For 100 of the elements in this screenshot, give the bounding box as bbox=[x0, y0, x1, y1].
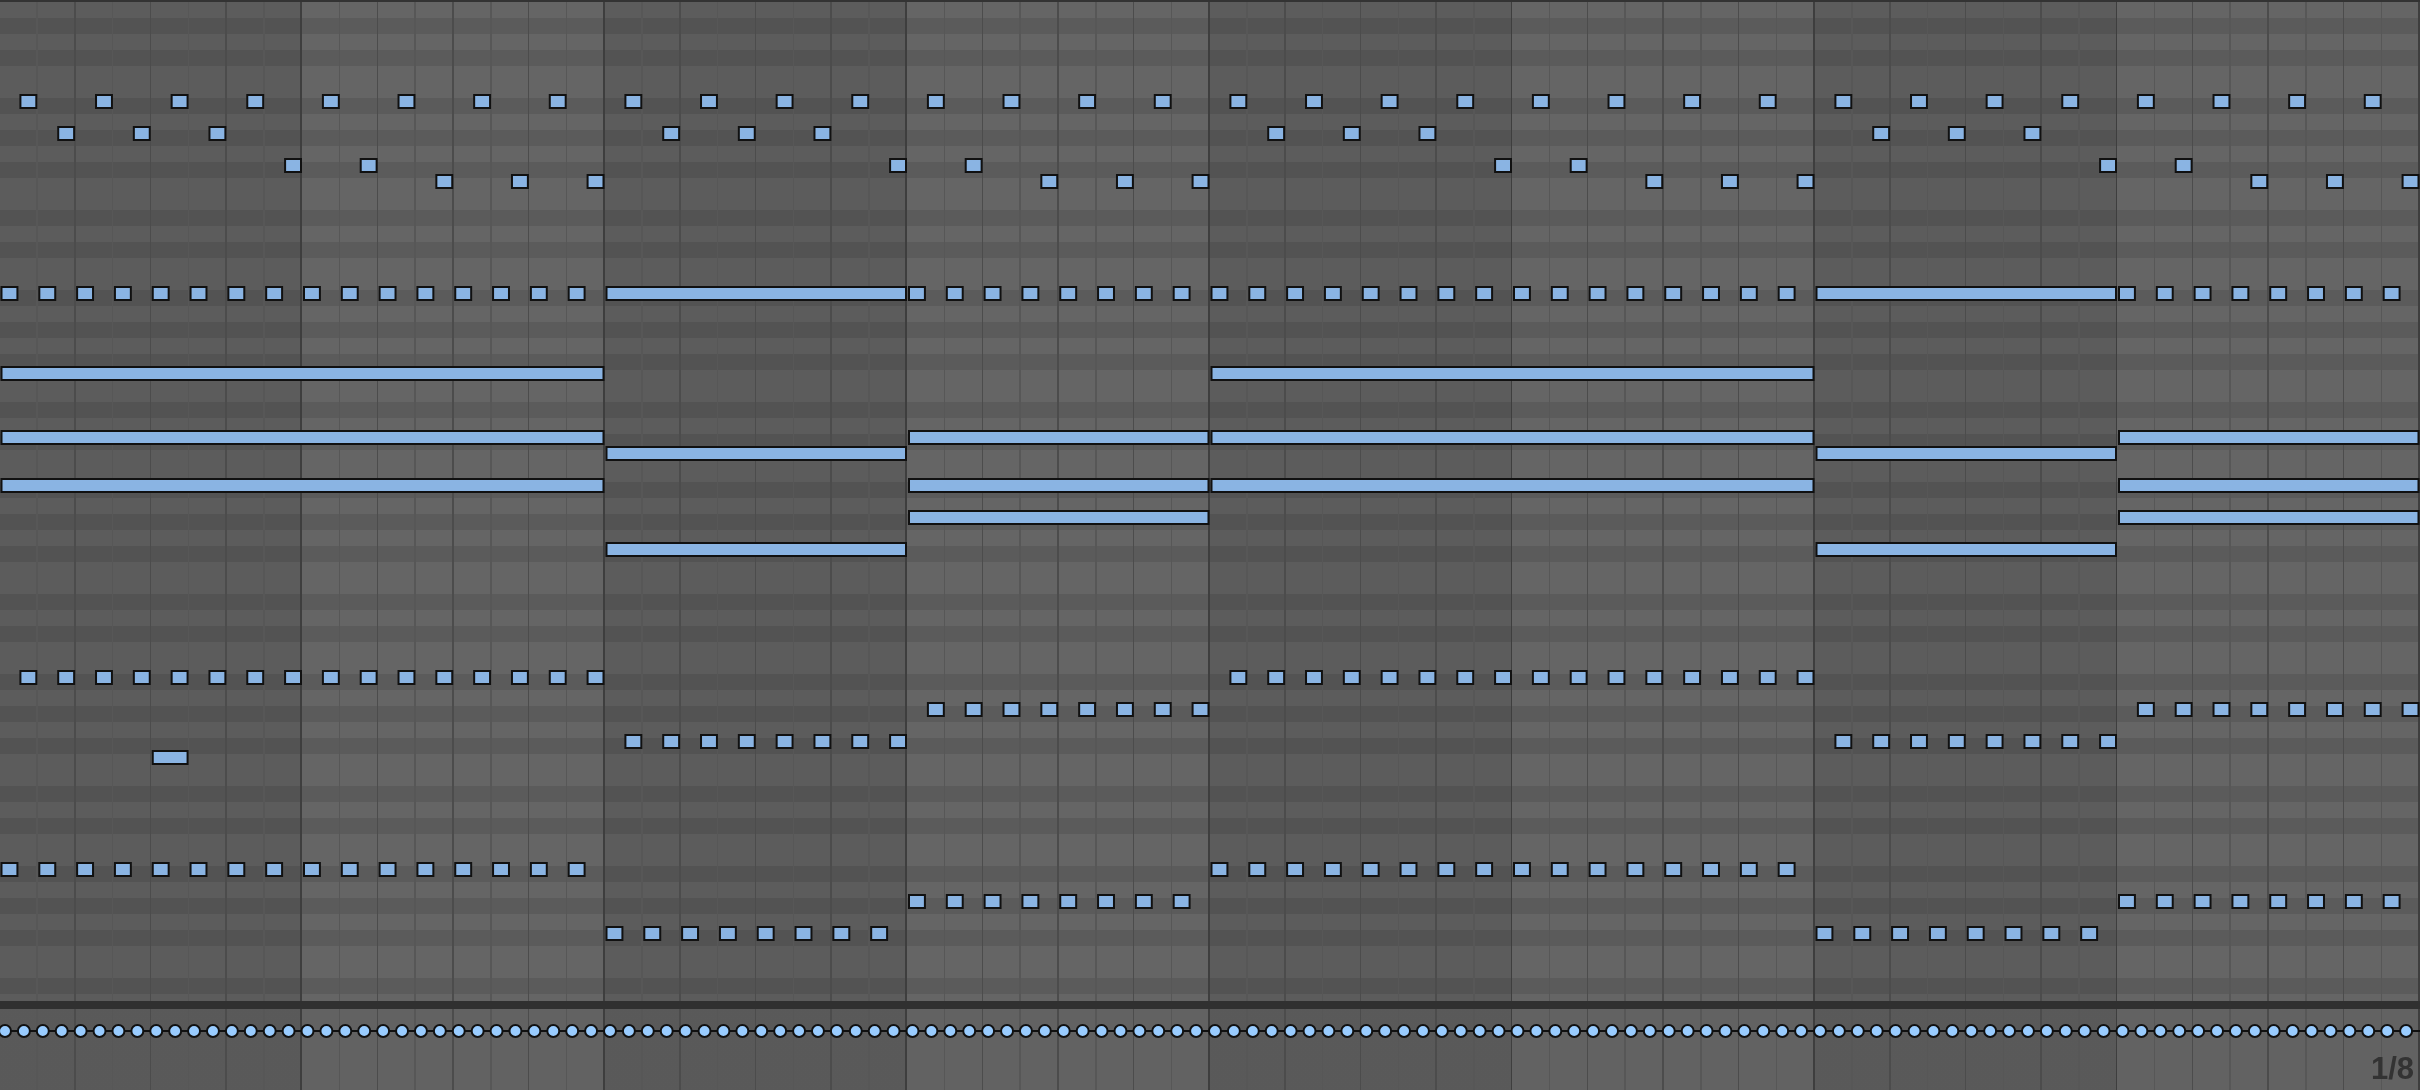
midi-note[interactable] bbox=[1305, 670, 1323, 685]
midi-note[interactable] bbox=[700, 734, 718, 749]
velocity-handle[interactable] bbox=[508, 1024, 523, 1038]
midi-note[interactable] bbox=[208, 670, 227, 685]
midi-note[interactable] bbox=[1153, 94, 1172, 109]
midi-note[interactable] bbox=[1910, 734, 1928, 749]
midi-note[interactable] bbox=[38, 286, 57, 301]
velocity-handle[interactable] bbox=[1775, 1024, 1790, 1038]
midi-note[interactable] bbox=[1985, 94, 2004, 109]
velocity-handle[interactable] bbox=[489, 1024, 504, 1038]
midi-note[interactable] bbox=[435, 174, 454, 189]
midi-note[interactable] bbox=[945, 894, 964, 909]
midi-note[interactable] bbox=[1475, 862, 1494, 877]
midi-note[interactable] bbox=[0, 286, 19, 301]
midi-note[interactable] bbox=[416, 862, 435, 877]
midi-note[interactable] bbox=[284, 158, 302, 173]
midi-note[interactable] bbox=[2344, 894, 2363, 909]
midi-note[interactable] bbox=[1323, 862, 1342, 877]
velocity-handle[interactable] bbox=[2172, 1024, 2187, 1038]
midi-note[interactable] bbox=[718, 926, 737, 941]
midi-note[interactable] bbox=[1286, 862, 1305, 877]
midi-note[interactable] bbox=[2325, 174, 2344, 189]
midi-note[interactable] bbox=[1664, 286, 1683, 301]
midi-note[interactable] bbox=[0, 430, 605, 445]
midi-note[interactable] bbox=[246, 94, 265, 109]
midi-note[interactable] bbox=[321, 94, 340, 109]
midi-note[interactable] bbox=[1002, 94, 1021, 109]
velocity-handle[interactable] bbox=[565, 1024, 580, 1038]
midi-note[interactable] bbox=[813, 734, 832, 749]
midi-note[interactable] bbox=[926, 702, 945, 717]
velocity-handle[interactable] bbox=[1926, 1024, 1941, 1038]
midi-note[interactable] bbox=[1550, 286, 1569, 301]
velocity-handle[interactable] bbox=[1037, 1024, 1052, 1038]
midi-note[interactable] bbox=[1305, 94, 1323, 109]
velocity-handle[interactable] bbox=[187, 1024, 202, 1038]
midi-note[interactable] bbox=[2099, 734, 2117, 749]
midi-note[interactable] bbox=[737, 126, 756, 141]
midi-note[interactable] bbox=[2118, 478, 2420, 493]
midi-note[interactable] bbox=[340, 862, 359, 877]
midi-note[interactable] bbox=[1815, 286, 2117, 301]
velocity-handle[interactable] bbox=[1661, 1024, 1676, 1038]
midi-note[interactable] bbox=[265, 862, 284, 877]
midi-note[interactable] bbox=[2212, 702, 2231, 717]
midi-note[interactable] bbox=[2118, 894, 2136, 909]
midi-note[interactable] bbox=[908, 286, 926, 301]
midi-note[interactable] bbox=[1361, 286, 1380, 301]
velocity-handle[interactable] bbox=[1397, 1024, 1412, 1038]
midi-note[interactable] bbox=[1758, 94, 1777, 109]
midi-note[interactable] bbox=[870, 926, 889, 941]
midi-note[interactable] bbox=[1134, 286, 1153, 301]
velocity-handle[interactable] bbox=[2304, 1024, 2319, 1038]
midi-note[interactable] bbox=[38, 862, 57, 877]
velocity-handle[interactable] bbox=[2077, 1024, 2092, 1038]
midi-note[interactable] bbox=[1739, 286, 1758, 301]
velocity-handle[interactable] bbox=[1359, 1024, 1374, 1038]
midi-note[interactable] bbox=[2193, 894, 2212, 909]
velocity-handle[interactable] bbox=[2380, 1024, 2395, 1038]
velocity-handle[interactable] bbox=[943, 1024, 958, 1038]
velocity-handle[interactable] bbox=[338, 1024, 353, 1038]
midi-note[interactable] bbox=[1588, 286, 1607, 301]
velocity-handle[interactable] bbox=[2342, 1024, 2357, 1038]
midi-note[interactable] bbox=[1947, 126, 1966, 141]
velocity-handle[interactable] bbox=[1321, 1024, 1336, 1038]
midi-note[interactable] bbox=[1720, 174, 1739, 189]
midi-note[interactable] bbox=[265, 286, 284, 301]
midi-note[interactable] bbox=[492, 862, 510, 877]
midi-note[interactable] bbox=[1872, 734, 1891, 749]
midi-note[interactable] bbox=[454, 862, 473, 877]
midi-note[interactable] bbox=[1513, 862, 1531, 877]
velocity-handle[interactable] bbox=[546, 1024, 561, 1038]
midi-note[interactable] bbox=[1815, 926, 1834, 941]
velocity-handle[interactable] bbox=[1737, 1024, 1752, 1038]
velocity-handle[interactable] bbox=[2002, 1024, 2017, 1038]
velocity-handle[interactable] bbox=[1000, 1024, 1015, 1038]
midi-note[interactable] bbox=[1002, 702, 1021, 717]
midi-note[interactable] bbox=[321, 670, 340, 685]
velocity-handle[interactable] bbox=[1434, 1024, 1449, 1038]
velocity-handle[interactable] bbox=[1510, 1024, 1525, 1038]
midi-note[interactable] bbox=[1891, 926, 1910, 941]
velocity-handle[interactable] bbox=[905, 1024, 920, 1038]
midi-note[interactable] bbox=[1853, 926, 1872, 941]
velocity-handle[interactable] bbox=[2039, 1024, 2054, 1038]
midi-note[interactable] bbox=[1229, 94, 1248, 109]
velocity-handle[interactable] bbox=[1699, 1024, 1714, 1038]
midi-note[interactable] bbox=[2269, 894, 2288, 909]
midi-note[interactable] bbox=[1021, 286, 1040, 301]
midi-note[interactable] bbox=[2174, 158, 2193, 173]
velocity-handle[interactable] bbox=[262, 1024, 277, 1038]
midi-note[interactable] bbox=[964, 158, 983, 173]
midi-note[interactable] bbox=[57, 670, 76, 685]
velocity-handle[interactable] bbox=[1378, 1024, 1393, 1038]
midi-note[interactable] bbox=[567, 862, 586, 877]
velocity-handle[interactable] bbox=[1075, 1024, 1090, 1038]
midi-note[interactable] bbox=[851, 734, 870, 749]
midi-note[interactable] bbox=[2307, 286, 2325, 301]
midi-note[interactable] bbox=[1626, 862, 1645, 877]
midi-note[interactable] bbox=[1607, 94, 1626, 109]
midi-note[interactable] bbox=[737, 734, 756, 749]
velocity-handle[interactable] bbox=[1132, 1024, 1147, 1038]
midi-note[interactable] bbox=[1399, 862, 1418, 877]
